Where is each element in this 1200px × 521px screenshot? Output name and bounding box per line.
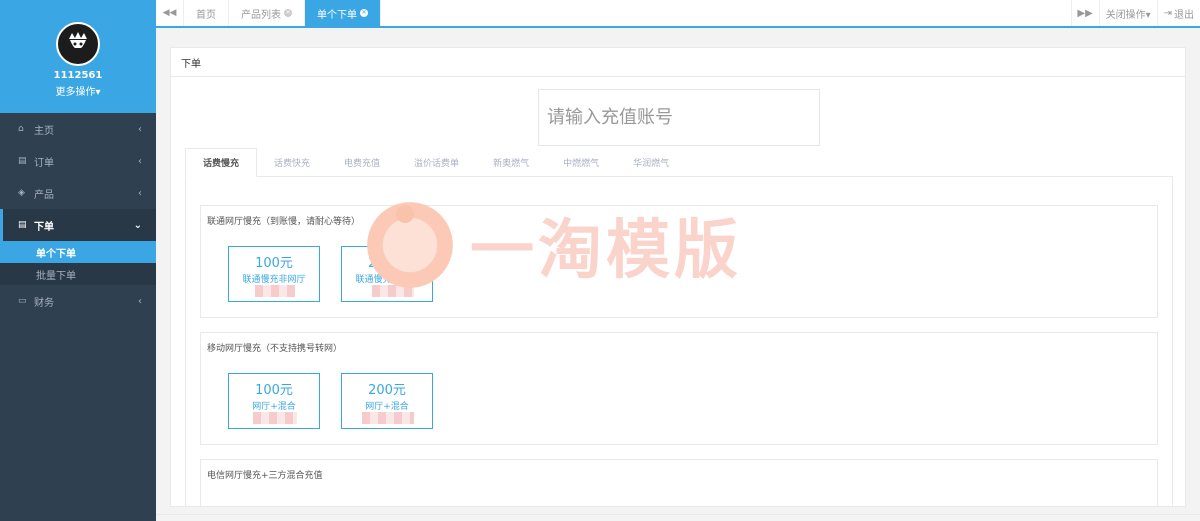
nav-item-finance[interactable]: ▭ 财务 ‹	[0, 285, 156, 317]
package-desc: 网厅+混合	[365, 402, 409, 412]
package-card[interactable]: 200元 联通慢充非网厅	[341, 246, 433, 302]
close-icon[interactable]: ✕	[360, 9, 368, 17]
avatar-image	[69, 32, 87, 52]
tab-huarun-gas[interactable]: 华润燃气	[616, 148, 686, 176]
package-card[interactable]: 200元 网厅+混合	[341, 373, 433, 429]
user-id: 1112561	[53, 70, 103, 81]
money-icon: ▭	[18, 296, 27, 306]
tab-label: 产品列表	[241, 9, 281, 21]
blurred-info	[362, 412, 414, 424]
chevron-down-icon: ⌄	[133, 219, 142, 231]
double-right-icon: ▶▶	[1077, 7, 1093, 19]
logout-icon: ⇥	[1163, 7, 1172, 19]
tab-single-order[interactable]: 单个下单 ✕	[305, 0, 381, 26]
file-icon: ▤	[18, 156, 27, 166]
tab-label: 单个下单	[317, 9, 357, 21]
package-price: 200元	[368, 383, 406, 398]
tab-xinao-gas[interactable]: 新奥燃气	[476, 148, 546, 176]
nav-label: 财务	[34, 297, 54, 309]
nav-item-home[interactable]: ⌂ 主页 ‹	[0, 113, 156, 145]
sidebar: 1112561 更多操作▾ ⌂ 主页 ‹ ▤ 订单 ‹ ◈ 产品 ‹ ▤ 下单 …	[0, 0, 156, 521]
double-left-icon: ◀◀	[162, 8, 177, 18]
home-icon: ⌂	[18, 124, 24, 134]
chevron-left-icon: ‹	[138, 123, 142, 135]
account-input[interactable]	[538, 89, 820, 146]
tab-scroll-left-button[interactable]: ◀◀	[156, 0, 184, 26]
package-desc: 联通慢充非网厅	[355, 275, 419, 285]
package-desc: 联通慢充非网厅	[242, 275, 306, 285]
tab-fast-topup[interactable]: 话费快充	[257, 148, 327, 176]
tab-zhongran-gas[interactable]: 中燃燃气	[546, 148, 616, 176]
logout-label: 退出	[1174, 9, 1194, 21]
tab-home[interactable]: 首页	[184, 0, 229, 26]
category-tabs: 话费慢充 话费快充 电费充值 溢价话费单 新奥燃气 中燃燃气 华润燃气	[185, 148, 1173, 177]
more-ops-dropdown[interactable]: 更多操作▾	[0, 83, 156, 98]
tab-scroll-right-button[interactable]: ▶▶	[1070, 0, 1099, 26]
tab-content: 联通网厅慢充（到账慢，请耐心等待） 100元 联通慢充非网厅 200元 联通慢充…	[185, 177, 1173, 506]
blurred-info	[372, 285, 414, 297]
package-group-mobile: 移动网厅慢充（不支持携号转网） 100元 网厅+混合 200元 网厅+混合	[200, 332, 1158, 445]
edit-icon: ▤	[18, 220, 27, 230]
package-price: 200元	[368, 256, 406, 271]
blurred-info	[253, 412, 297, 424]
package-desc: 网厅+混合	[252, 402, 296, 412]
sub-item-single-order[interactable]: 单个下单	[0, 241, 156, 263]
chevron-left-icon: ‹	[138, 187, 142, 199]
nav-item-products[interactable]: ◈ 产品 ‹	[0, 177, 156, 209]
package-price: 100元	[255, 383, 293, 398]
top-tab-bar: ◀◀ 首页 产品列表 ✕ 单个下单 ✕ ▶▶ 关闭操作▾ ⇥ 退出	[156, 0, 1200, 28]
nav-label: 主页	[34, 125, 54, 137]
chevron-left-icon: ‹	[138, 295, 142, 307]
nav-label: 订单	[34, 157, 54, 169]
profile-area: 1112561 更多操作▾	[0, 0, 156, 113]
group-title: 联通网厅慢充（到账慢，请耐心等待）	[207, 217, 361, 227]
nav-item-orders[interactable]: ▤ 订单 ‹	[0, 145, 156, 177]
tab-premium-topup[interactable]: 溢价话费单	[397, 148, 476, 176]
tab-electricity[interactable]: 电费充值	[327, 148, 397, 176]
group-title: 电信网厅慢充+三方混合充值	[207, 471, 323, 481]
tab-label: 首页	[196, 9, 216, 21]
nav-label: 下单	[34, 221, 54, 233]
blurred-info	[255, 285, 295, 297]
tab-bar-actions: ▶▶ 关闭操作▾ ⇥ 退出	[1070, 0, 1200, 26]
group-title: 移动网厅慢充（不支持携号转网）	[207, 344, 343, 354]
package-card[interactable]: 100元 联通慢充非网厅	[228, 246, 320, 302]
cube-icon: ◈	[18, 188, 25, 198]
close-icon[interactable]: ✕	[284, 9, 292, 17]
package-group-unicom: 联通网厅慢充（到账慢，请耐心等待） 100元 联通慢充非网厅 200元 联通慢充…	[200, 205, 1158, 318]
package-group-telecom: 电信网厅慢充+三方混合充值	[200, 459, 1158, 506]
tab-product-list[interactable]: 产品列表 ✕	[229, 0, 305, 26]
order-panel: 下单 话费慢充 话费快充 电费充值 溢价话费单 新奥燃气 中燃燃气 华润燃气 联…	[170, 47, 1186, 507]
panel-title: 下单	[171, 48, 1185, 77]
tab-slow-topup[interactable]: 话费慢充	[185, 148, 258, 177]
bottom-bar	[156, 514, 1200, 521]
sub-item-batch-order[interactable]: 批量下单	[0, 263, 156, 285]
logout-button[interactable]: ⇥ 退出	[1156, 0, 1200, 26]
nav-label: 产品	[34, 189, 54, 201]
nav-item-place-order[interactable]: ▤ 下单 ⌄	[0, 209, 156, 241]
chevron-left-icon: ‹	[138, 155, 142, 167]
avatar[interactable]	[56, 22, 100, 66]
package-price: 100元	[255, 256, 293, 271]
close-ops-dropdown[interactable]: 关闭操作▾	[1098, 0, 1157, 26]
tab-list: 首页 产品列表 ✕ 单个下单 ✕	[184, 0, 1071, 26]
sub-nav-list: 单个下单 批量下单	[0, 241, 156, 285]
package-card[interactable]: 100元 网厅+混合	[228, 373, 320, 429]
